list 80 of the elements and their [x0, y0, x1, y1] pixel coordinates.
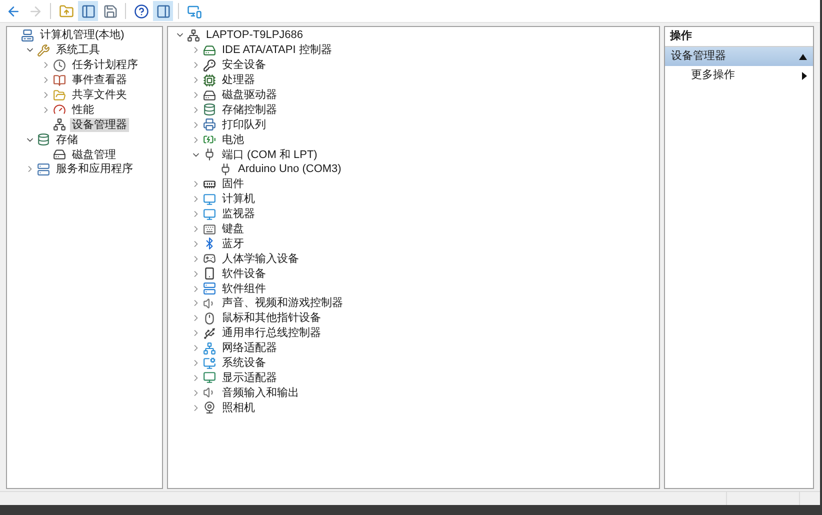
tree-item[interactable]: 计算机管理(本地) — [38, 28, 126, 42]
tree-item[interactable]: 处理器 — [220, 73, 257, 88]
tree-item[interactable]: Arduino Uno (COM3) — [236, 162, 344, 176]
section-title: 设备管理器 — [671, 49, 726, 64]
tree-item[interactable]: 磁盘管理 — [70, 148, 118, 162]
tree-item[interactable]: 蓝牙 — [220, 236, 246, 251]
port-icon — [219, 162, 232, 176]
tree-item[interactable]: 共享文件夹 — [70, 88, 129, 102]
tree-item[interactable]: 系统工具 — [54, 43, 102, 58]
actions-section-header[interactable]: 设备管理器 — [665, 47, 813, 66]
bluetooth-icon — [203, 237, 216, 250]
toolbar-button[interactable] — [78, 1, 98, 21]
drive-icon — [203, 88, 216, 102]
tree-item[interactable]: 设备管理器 — [70, 118, 129, 132]
input-device-icon — [203, 252, 216, 266]
tree-item[interactable]: 声音、视频和游戏控制器 — [220, 296, 345, 310]
tree-item[interactable]: 事件查看器 — [70, 73, 129, 88]
tree-item[interactable]: 通用串行总线控制器 — [220, 326, 323, 340]
tree-item[interactable]: 软件组件 — [220, 282, 268, 296]
network-icon — [203, 342, 216, 355]
mouse-icon — [203, 312, 216, 325]
gauge-icon — [53, 103, 66, 116]
export-icon — [102, 4, 118, 18]
tree-item[interactable]: 电池 — [220, 132, 246, 147]
help-icon — [134, 4, 148, 18]
tree-item[interactable]: 软件设备 — [220, 266, 268, 281]
submenu-arrow-icon — [802, 72, 807, 80]
tree-item[interactable]: 磁盘驱动器 — [220, 88, 279, 102]
tree-item[interactable]: 照相机 — [220, 400, 257, 415]
tree-pane-icon — [80, 4, 96, 18]
tree-item[interactable]: IDE ATA/ATAPI 控制器 — [220, 43, 334, 58]
tree-item[interactable]: 存储控制器 — [220, 102, 279, 117]
collapse-arrow-icon[interactable] — [799, 54, 807, 60]
tree-item[interactable]: 显示适配器 — [220, 370, 279, 385]
forward-icon — [28, 4, 42, 18]
services-icon — [37, 162, 50, 176]
tree-item[interactable]: 性能 — [70, 102, 96, 117]
chip-icon — [203, 178, 216, 191]
action-link[interactable]: 更多操作 — [691, 67, 735, 84]
tree-item[interactable]: 存储 — [54, 132, 80, 147]
tree-item[interactable]: 网络适配器 — [220, 341, 279, 356]
back-icon — [6, 4, 20, 18]
tree-item[interactable]: 监视器 — [220, 207, 257, 222]
tree-item[interactable]: 服务和应用程序 — [54, 162, 135, 176]
tree-item[interactable]: 计算机 — [220, 192, 257, 206]
camera-icon — [203, 401, 216, 414]
speaker-icon — [203, 296, 216, 310]
clock-icon — [53, 58, 66, 72]
tools-icon — [37, 44, 50, 57]
usb-icon — [203, 326, 216, 340]
tree-item[interactable]: 固件 — [220, 177, 246, 192]
tree-item[interactable]: 人体学输入设备 — [220, 252, 301, 266]
chip-icon — [203, 74, 216, 87]
tree-item[interactable]: 端口 (COM 和 LPT) — [220, 148, 320, 162]
tree-item[interactable]: 任务计划程序 — [70, 58, 140, 72]
action-pane-icon — [156, 4, 170, 18]
tree-item[interactable]: 鼠标和其他指针设备 — [220, 311, 323, 326]
monitor-icon — [203, 208, 216, 221]
folder-up-icon — [58, 4, 74, 18]
keyboard-icon — [203, 222, 216, 236]
toolbar-button[interactable] — [153, 1, 173, 21]
monitor-icon — [203, 192, 216, 206]
monitor-icon — [203, 356, 216, 370]
monitor-icon — [203, 371, 216, 384]
speaker-icon — [203, 386, 216, 400]
folder-icon — [53, 88, 66, 102]
tree-item[interactable]: LAPTOP-T9LPJ686 — [204, 28, 306, 42]
tree-item[interactable]: 音频输入和输出 — [220, 386, 301, 400]
tree-item[interactable]: 系统设备 — [220, 356, 268, 370]
drive-icon — [203, 44, 216, 57]
storage-icon — [37, 133, 50, 146]
port-icon — [203, 148, 216, 162]
log-icon — [53, 74, 66, 87]
tree-item[interactable]: 安全设备 — [220, 58, 268, 72]
tree-item[interactable]: 键盘 — [220, 222, 246, 236]
printer-icon — [203, 118, 216, 132]
battery-icon — [203, 133, 216, 146]
key-icon — [203, 58, 216, 72]
storage-icon — [203, 103, 216, 116]
tree-item[interactable]: 打印队列 — [220, 118, 268, 132]
